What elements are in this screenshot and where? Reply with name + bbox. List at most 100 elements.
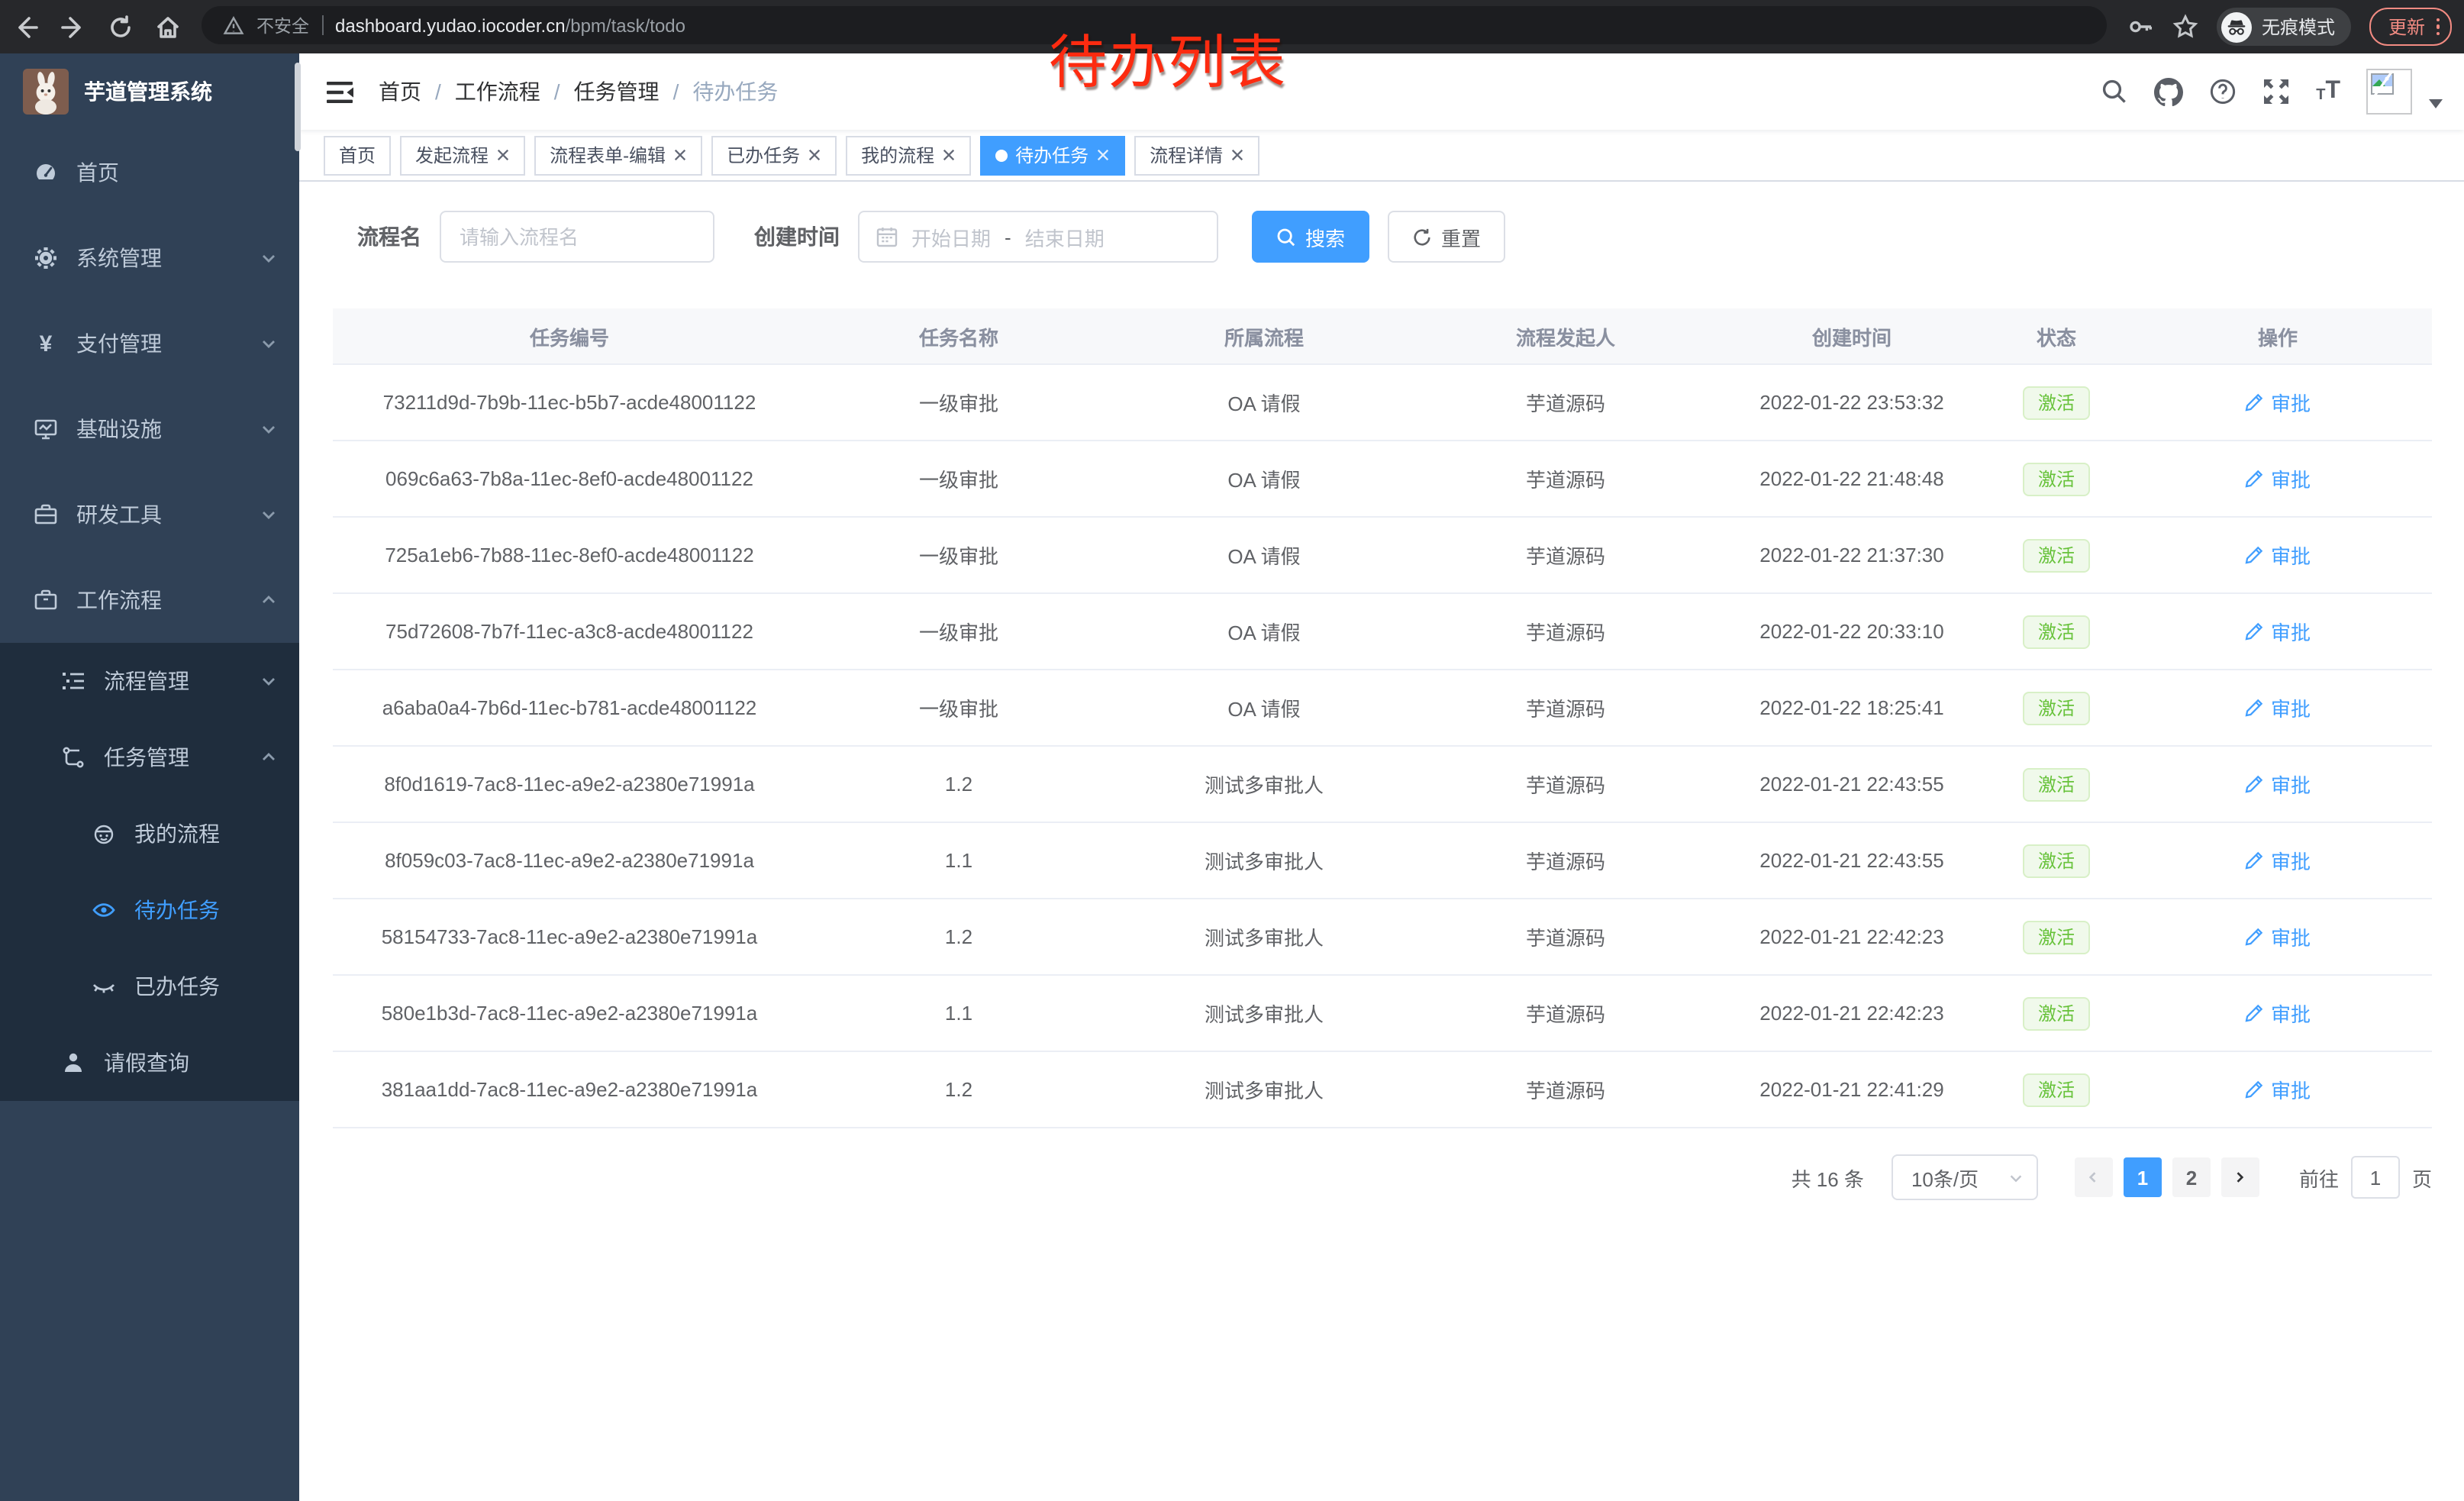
date-range-picker[interactable]: 开始日期 - 结束日期 bbox=[858, 211, 1218, 263]
app-logo-row[interactable]: 芋道管理系统 bbox=[0, 53, 299, 130]
password-key-icon[interactable] bbox=[2129, 14, 2155, 40]
yen-icon: ¥ bbox=[34, 331, 58, 356]
reset-button-label: 重置 bbox=[1441, 222, 1481, 251]
tab[interactable]: 发起流程 bbox=[400, 135, 525, 175]
page-button-2[interactable]: 2 bbox=[2172, 1157, 2211, 1197]
next-page-button[interactable] bbox=[2221, 1157, 2259, 1197]
breadcrumb: 首页 / 工作流程 / 任务管理 / 待办任务 bbox=[379, 76, 778, 107]
start-date-placeholder[interactable]: 开始日期 bbox=[911, 222, 991, 251]
approve-action-link[interactable]: 审批 bbox=[2245, 922, 2311, 951]
approve-action-link[interactable]: 审批 bbox=[2245, 388, 2311, 417]
tab-close-icon[interactable] bbox=[1230, 148, 1244, 162]
table-row: 8f0d1619-7ac8-11ec-a9e2-a2380e71991a 1.2… bbox=[333, 746, 2432, 822]
status-badge: 激活 bbox=[2023, 920, 2090, 954]
fullscreen-icon[interactable] bbox=[2262, 78, 2290, 105]
back-icon[interactable] bbox=[14, 15, 38, 39]
sidebar-item-done-tasks[interactable]: 已办任务 bbox=[0, 948, 299, 1025]
dashboard-icon bbox=[34, 160, 58, 185]
page-button-1[interactable]: 1 bbox=[2124, 1157, 2162, 1197]
table-row: 580e1b3d-7ac8-11ec-a9e2-a2380e71991a 1.1… bbox=[333, 975, 2432, 1051]
tab[interactable]: 已办任务 bbox=[711, 135, 837, 175]
sidebar-item-todo-tasks[interactable]: 待办任务 bbox=[0, 872, 299, 948]
security-label[interactable]: 不安全 bbox=[256, 13, 309, 37]
incognito-badge[interactable]: 无痕模式 bbox=[2217, 8, 2352, 46]
user-menu-caret-icon[interactable] bbox=[2429, 99, 2443, 108]
tab[interactable]: 流程详情 bbox=[1134, 135, 1259, 175]
browser-menu-icon[interactable] bbox=[2436, 18, 2440, 36]
end-date-placeholder[interactable]: 结束日期 bbox=[1025, 222, 1105, 251]
tab-close-icon[interactable] bbox=[496, 148, 510, 162]
page-size-value: 10条/页 bbox=[1911, 1163, 1979, 1192]
sidebar-scrollbar-thumb[interactable] bbox=[295, 63, 301, 151]
approve-action-label: 审批 bbox=[2271, 846, 2311, 875]
tab[interactable]: 待办任务 bbox=[980, 135, 1125, 175]
tags-view-bar: 首页 发起流程 流程表单-编辑 已办任务 我的流程 待办任务 bbox=[299, 130, 2464, 182]
col-created: 创建时间 bbox=[1714, 308, 1989, 364]
github-icon[interactable] bbox=[2154, 77, 2183, 106]
sidebar-item-system[interactable]: 系统管理 bbox=[0, 215, 299, 301]
approve-action-link[interactable]: 审批 bbox=[2245, 1075, 2311, 1104]
edit-pencil-icon bbox=[2245, 927, 2265, 947]
approve-action-link[interactable]: 审批 bbox=[2245, 846, 2311, 875]
cell-starter: 芋道源码 bbox=[1417, 899, 1714, 975]
breadcrumb-item[interactable]: 工作流程 bbox=[455, 76, 540, 107]
edit-pencil-icon bbox=[2245, 1003, 2265, 1023]
prev-page-button[interactable] bbox=[2075, 1157, 2113, 1197]
goto-page-input[interactable] bbox=[2351, 1156, 2400, 1199]
avatar[interactable] bbox=[2366, 69, 2412, 115]
cell-task-id: 069c6a63-7b8a-11ec-8ef0-acde48001122 bbox=[333, 441, 806, 517]
home-icon[interactable] bbox=[156, 15, 180, 39]
approve-action-link[interactable]: 审批 bbox=[2245, 464, 2311, 493]
help-icon[interactable] bbox=[2209, 78, 2237, 105]
col-task-name: 任务名称 bbox=[806, 308, 1111, 364]
sidebar-item-my-process[interactable]: 我的流程 bbox=[0, 796, 299, 872]
sidebar-item-task-mgmt[interactable]: 任务管理 bbox=[0, 719, 299, 796]
tab[interactable]: 我的流程 bbox=[846, 135, 971, 175]
tab-close-icon[interactable] bbox=[1096, 148, 1110, 162]
breadcrumb-item[interactable]: 任务管理 bbox=[574, 76, 660, 107]
approve-action-label: 审批 bbox=[2271, 922, 2311, 951]
tab-close-icon[interactable] bbox=[673, 148, 687, 162]
sidebar-item-dev-tools[interactable]: 研发工具 bbox=[0, 472, 299, 557]
cell-created: 2022-01-21 22:43:55 bbox=[1714, 746, 1989, 822]
create-time-label: 创建时间 bbox=[754, 221, 840, 252]
sidebar-item-leave-query[interactable]: 请假查询 bbox=[0, 1025, 299, 1101]
approve-action-link[interactable]: 审批 bbox=[2245, 999, 2311, 1028]
approve-action-link[interactable]: 审批 bbox=[2245, 541, 2311, 570]
cell-task-name: 1.2 bbox=[806, 746, 1111, 822]
sidebar-item-payment[interactable]: ¥ 支付管理 bbox=[0, 301, 299, 386]
tab-close-icon[interactable] bbox=[942, 148, 956, 162]
font-size-icon[interactable]: TT bbox=[2316, 79, 2340, 104]
cell-process: 测试多审批人 bbox=[1111, 746, 1417, 822]
tab-close-icon[interactable] bbox=[808, 148, 821, 162]
sidebar-item-workflow[interactable]: 工作流程 bbox=[0, 557, 299, 643]
breadcrumb-item[interactable]: 首页 bbox=[379, 76, 421, 107]
sidebar-item-process-mgmt[interactable]: 流程管理 bbox=[0, 643, 299, 719]
search-button[interactable]: 搜索 bbox=[1252, 211, 1369, 263]
tab[interactable]: 流程表单-编辑 bbox=[534, 135, 702, 175]
col-status: 状态 bbox=[1989, 308, 2124, 364]
security-warning-icon[interactable] bbox=[223, 15, 244, 36]
tab[interactable]: 首页 bbox=[324, 135, 391, 175]
table-row: 75d72608-7b7f-11ec-a3c8-acde48001122 一级审… bbox=[333, 593, 2432, 670]
cell-starter: 芋道源码 bbox=[1417, 1051, 1714, 1128]
reload-icon[interactable] bbox=[108, 15, 133, 39]
cell-task-name: 一级审批 bbox=[806, 364, 1111, 441]
approve-action-link[interactable]: 审批 bbox=[2245, 770, 2311, 799]
reset-button[interactable]: 重置 bbox=[1388, 211, 1505, 263]
search-icon[interactable] bbox=[2101, 78, 2128, 105]
update-button[interactable]: 更新 bbox=[2370, 8, 2452, 46]
sidebar-item-home[interactable]: 首页 bbox=[0, 130, 299, 215]
sidebar-item-infrastructure[interactable]: 基础设施 bbox=[0, 386, 299, 472]
approve-action-link[interactable]: 审批 bbox=[2245, 693, 2311, 722]
page-size-select[interactable]: 10条/页 bbox=[1892, 1154, 2038, 1200]
approve-action-label: 审批 bbox=[2271, 999, 2311, 1028]
process-name-input[interactable] bbox=[440, 211, 714, 263]
forward-icon[interactable] bbox=[61, 15, 85, 39]
cell-created: 2022-01-22 21:37:30 bbox=[1714, 517, 1989, 593]
sidebar-collapse-icon[interactable] bbox=[299, 80, 379, 103]
approve-action-link[interactable]: 审批 bbox=[2245, 617, 2311, 646]
edit-pencil-icon bbox=[2245, 774, 2265, 794]
cell-created: 2022-01-21 22:43:55 bbox=[1714, 822, 1989, 899]
bookmark-star-icon[interactable] bbox=[2173, 14, 2199, 40]
